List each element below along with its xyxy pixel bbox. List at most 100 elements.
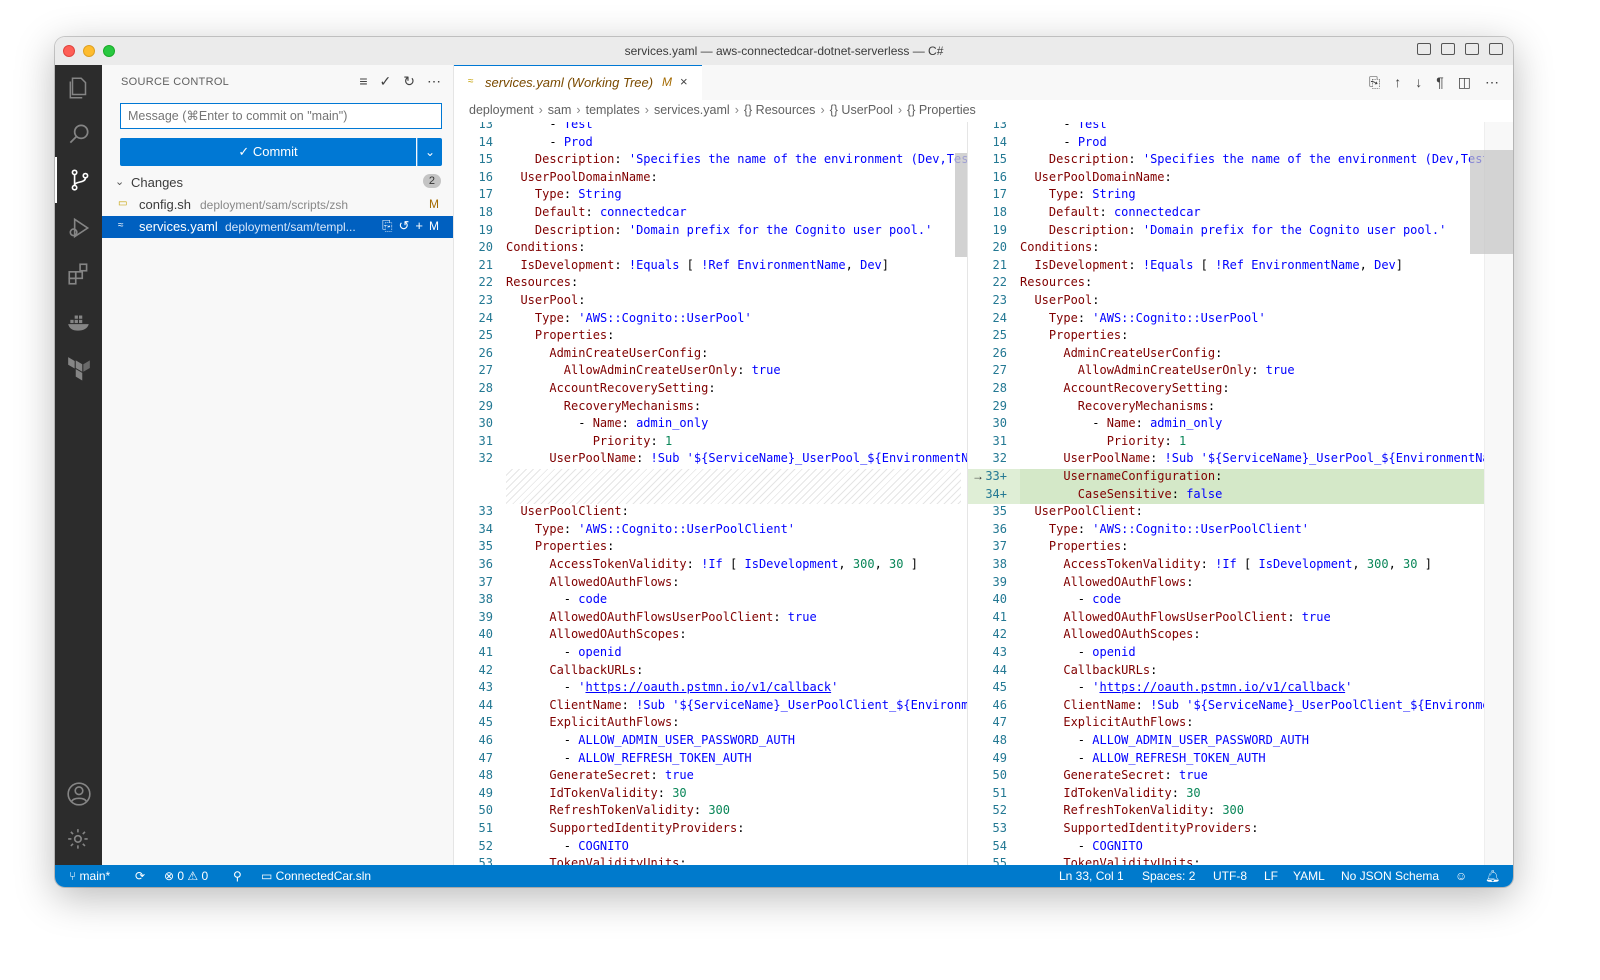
language-status[interactable]: YAML [1293,869,1325,883]
line-number: 20 [992,240,1007,255]
breadcrumb-item[interactable]: {} Properties [907,103,976,117]
breadcrumb-separator-icon: › [644,103,649,117]
line-number: 37 [478,574,493,589]
code-text: Properties: [1048,539,1129,554]
run-debug-icon[interactable] [55,205,102,251]
explorer-icon[interactable] [55,65,102,111]
discard-changes-icon[interactable]: ↺ [399,218,410,234]
sync-icon[interactable]: ⟳ [135,869,145,883]
changed-file-item[interactable]: ≈ services.yaml deployment/sam/templ... … [102,216,453,238]
notifications-bell-icon[interactable]: 🔔︎ [1485,869,1500,883]
open-file-icon[interactable]: ⎘ [382,218,392,234]
stage-changes-icon[interactable]: + [415,218,423,234]
code-text: - COGNITO [1077,838,1143,853]
sidebar-actions: ≡ ✓ ↻ ⋯ [359,73,441,90]
breadcrumb-item[interactable]: deployment [469,103,534,117]
line-number: 44 [478,697,493,712]
line-number: 13 [992,122,1007,131]
extensions-icon[interactable] [55,251,102,297]
line-number: 24 [992,310,1007,325]
code-text: Default: connectedcar [534,205,687,219]
breadcrumb-item[interactable]: {} Resources [744,103,816,117]
live-share-icon[interactable]: ⚲ [233,869,242,883]
more-actions-icon[interactable]: ⋯ [427,73,441,90]
line-number: 19 [478,222,493,237]
changed-file-item[interactable]: ▭ config.sh deployment/sam/scripts/zsh M [102,194,453,216]
code-text: - ALLOW_ADMIN_USER_PASSWORD_AUTH [1077,733,1309,747]
code-text: UserPoolDomainName: [520,169,658,184]
editor-tab[interactable]: ≈ services.yaml (Working Tree) M × [454,65,702,100]
manage-gear-icon[interactable] [55,817,102,863]
breadcrumb: deployment › sam › templates › services.yaml › {… [454,100,1513,122]
line-number: 35 [992,504,1007,519]
solution-status[interactable]: ▭ ConnectedCar.sln [261,869,371,883]
source-control-icon[interactable] [55,157,102,203]
problems-status[interactable]: ⊗ 0 ⚠ 0 [164,869,208,883]
line-number: 42 [478,662,493,677]
code-text: ExplicitAuthFlows: [1063,715,1194,730]
show-whitespace-icon[interactable]: ¶ [1436,74,1444,91]
source-control-sidebar: SOURCE CONTROL ≡ ✓ ↻ ⋯ ✓ Commit ⌄ ⌄ Chan… [102,65,454,865]
changes-count-badge: 2 [422,174,441,188]
toggle-panel-icon[interactable] [1441,43,1455,55]
open-file-icon[interactable]: ⎘ [1369,74,1380,91]
code-text: IsDevelopment: !Equals [ !Ref Environmen… [1034,257,1404,272]
commit-message-input[interactable] [120,103,442,129]
cursor-position[interactable]: Ln 33, Col 1 [1059,869,1124,883]
terraform-icon[interactable] [55,345,102,391]
diff-original-pane[interactable]: 13 - Test 14 - Prod 15 Description: 'Speci… [454,122,967,865]
docker-icon[interactable] [55,299,102,345]
code-text: - code [563,592,608,607]
refresh-icon[interactable]: ↻ [403,73,415,90]
commit-button[interactable]: ✓ Commit [120,138,416,166]
feedback-icon[interactable]: ☺ [1455,869,1467,883]
view-as-list-icon[interactable]: ≡ [359,73,367,90]
left-scrollbar[interactable] [955,153,967,257]
more-actions-icon[interactable]: ⋯ [1485,74,1499,91]
commit-dropdown-button[interactable]: ⌄ [417,138,442,166]
branch-status[interactable]: ⑂ main* [69,869,110,883]
search-icon[interactable] [55,111,102,157]
diff-modified-pane[interactable]: 13 - Test 14 - Prod 15 Description: 'Speci… [968,122,1484,865]
code-text: Resources: [506,275,579,290]
line-number: 43 [478,680,493,695]
status-bar: ⑂ main* ⟳ ⊗ 0 ⚠ 0 ⚲ ▭ ConnectedCar.sln L… [55,865,1513,887]
breadcrumb-item[interactable]: templates [586,103,640,117]
code-text: AdminCreateUserConfig: [549,345,709,360]
code-text: AllowedOAuthScopes: [549,627,687,642]
toggle-sidebar-icon[interactable] [1417,43,1431,55]
breadcrumb-item[interactable]: services.yaml [654,103,730,117]
breadcrumb-item[interactable]: {} UserPool [830,103,893,117]
changes-group-header[interactable]: ⌄ Changes 2 [102,172,453,194]
next-change-icon[interactable]: ↓ [1415,74,1422,91]
json-schema-status[interactable]: No JSON Schema [1341,869,1439,883]
previous-change-icon[interactable]: ↑ [1394,74,1401,91]
code-text: AccessTokenValidity: !If [ IsDevelopment… [549,557,918,571]
code-text: RefreshTokenValidity: 300 [549,803,731,818]
encoding-status[interactable]: UTF-8 [1213,869,1247,883]
code-text: TokenValidityUnits: [549,856,687,865]
indentation-status[interactable]: Spaces: 2 [1142,869,1195,883]
eol-status[interactable]: LF [1264,869,1278,883]
overview-slider[interactable] [1470,150,1513,254]
accounts-icon[interactable] [55,771,102,817]
line-number: 38 [478,592,493,607]
code-text: - Test [1063,122,1107,131]
close-tab-icon[interactable]: × [680,74,688,89]
tab-status: M [662,75,672,89]
title-bar: services.yaml — aws-connectedcar-dotnet-… [55,37,1513,66]
breadcrumb-item[interactable]: sam [548,103,572,117]
customize-layout-icon[interactable] [1489,43,1503,55]
code-text: IsDevelopment: !Equals [ !Ref Environmen… [520,257,890,272]
editor-actions: ⎘ ↑ ↓ ¶ ◫ ⋯ [1369,74,1499,91]
yaml-file-icon: ≈ [468,76,474,87]
split-editor-icon[interactable]: ◫ [1458,74,1471,91]
code-text: Type: 'AWS::Cognito::UserPool' [1048,310,1266,325]
code-text: UserPoolClient: [1034,504,1143,519]
code-text: SupportedIdentityProviders: [1063,821,1259,835]
shell-file-icon: ▭ [118,198,128,209]
commit-check-icon[interactable]: ✓ [380,73,392,90]
toggle-secondary-sidebar-icon[interactable] [1465,43,1479,55]
code-text: - Name: admin_only [578,416,709,431]
line-number: 20 [478,240,493,255]
